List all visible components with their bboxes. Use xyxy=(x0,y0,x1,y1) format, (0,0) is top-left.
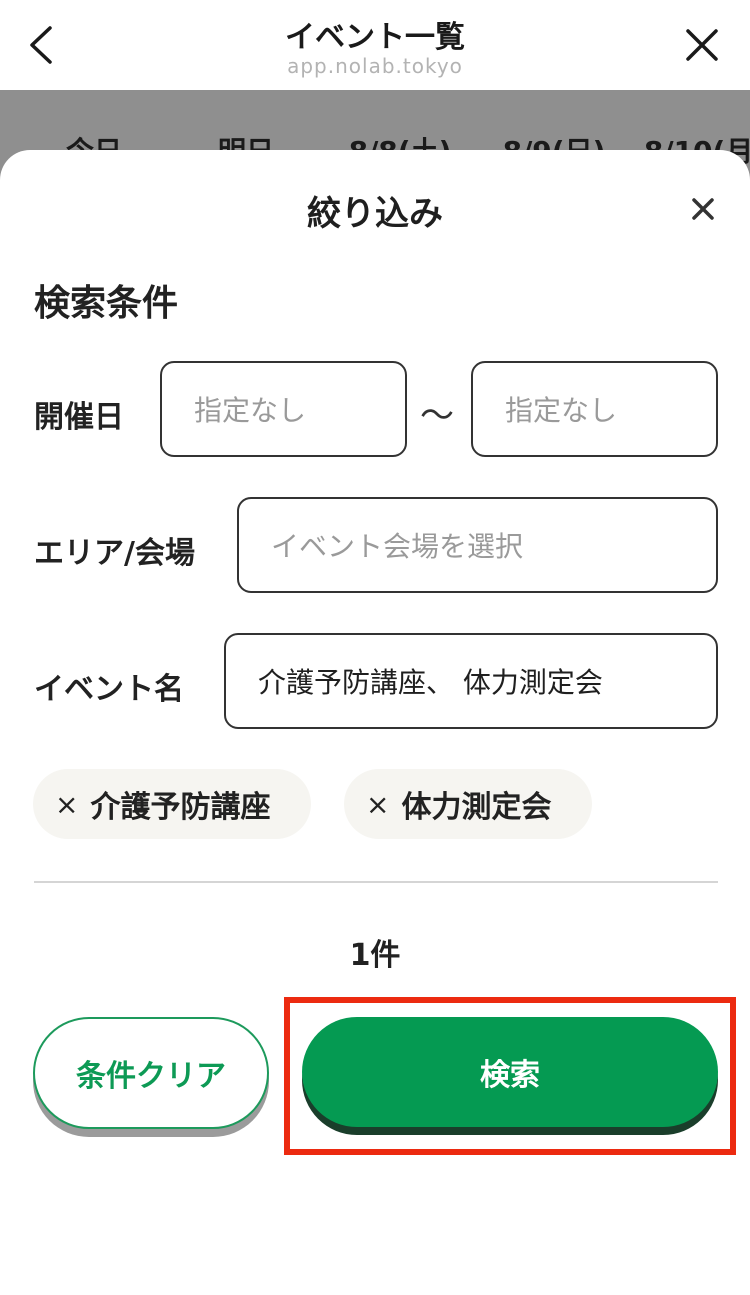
area-label: エリア/会場 xyxy=(34,536,195,571)
chip-label: 体力測定会 xyxy=(401,790,552,825)
area-select-field[interactable]: イベント会場を選択 xyxy=(237,497,718,593)
event-name-label: イベント名 xyxy=(34,672,184,707)
chip-kaigo[interactable]: × 介護予防講座 xyxy=(33,769,311,839)
section-title: 検索条件 xyxy=(34,283,179,324)
divider xyxy=(34,881,718,883)
top-bar: イベント一覧 app.nolab.tokyo xyxy=(0,0,750,90)
highlight-box xyxy=(284,997,736,1155)
filter-sheet: 絞り込み 検索条件 開催日 指定なし 〜 指定なし エリア/会場 イベント会場を… xyxy=(0,150,750,1295)
url-text: app.nolab.tokyo xyxy=(287,54,463,78)
page-title: イベント一覧 xyxy=(285,20,465,55)
sheet-close-icon[interactable] xyxy=(686,192,720,226)
result-count: 1件 xyxy=(349,938,401,973)
chip-label: 介護予防講座 xyxy=(90,790,271,825)
chip-remove-icon[interactable]: × xyxy=(366,788,389,821)
clear-conditions-button[interactable]: 条件クリア xyxy=(33,1017,269,1129)
chip-remove-icon[interactable]: × xyxy=(55,788,78,821)
date-from-field[interactable]: 指定なし xyxy=(160,361,407,457)
chip-tairyoku[interactable]: × 体力測定会 xyxy=(344,769,592,839)
date-to-field[interactable]: 指定なし xyxy=(471,361,718,457)
date-label: 開催日 xyxy=(34,400,124,435)
sheet-title: 絞り込み xyxy=(307,194,443,234)
event-name-input[interactable]: 介護予防講座、 体力測定会 xyxy=(224,633,718,729)
date-range-separator: 〜 xyxy=(420,396,454,436)
close-icon[interactable] xyxy=(680,22,724,68)
